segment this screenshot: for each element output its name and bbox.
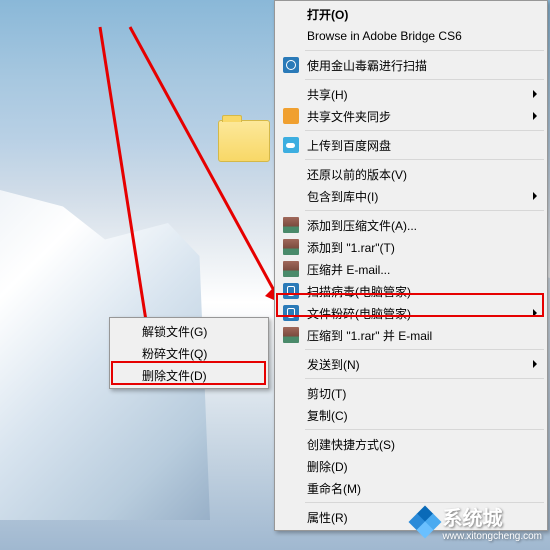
context-menu-right: 打开(O) Browse in Adobe Bridge CS6 使用金山毒霸进行扫…	[274, 0, 548, 531]
menu-item-label: 属性(R)	[307, 509, 348, 526]
cloud-icon	[283, 137, 299, 153]
menu-separator	[305, 130, 544, 131]
menu-item[interactable]: 上传到百度网盘	[277, 134, 545, 156]
folder-icon[interactable]	[218, 120, 270, 162]
watermark-text: 系统城	[443, 502, 543, 531]
menu-separator	[305, 50, 544, 51]
menu-separator	[305, 429, 544, 430]
menu-item-label: 包含到库中(I)	[307, 188, 378, 205]
rar-icon	[283, 327, 299, 343]
menu-item[interactable]: 删除(D)	[277, 455, 545, 477]
menu-item-label: 扫描病毒(电脑管家)	[307, 283, 411, 300]
menu-item-label: 共享(H)	[307, 86, 348, 103]
menu-item[interactable]: 重命名(M)	[277, 477, 545, 499]
rar-icon	[283, 239, 299, 255]
menu-item-label: 复制(C)	[307, 407, 348, 424]
submenu-arrow-icon	[533, 90, 537, 98]
menu-item[interactable]: 压缩并 E-mail...	[277, 258, 545, 280]
menu-item[interactable]: 剪切(T)	[277, 382, 545, 404]
menu-item[interactable]: 发送到(N)	[277, 353, 545, 375]
menu-item-label: 创建快捷方式(S)	[307, 436, 395, 453]
menu-item-label: 压缩到 "1.rar" 并 E-mail	[307, 327, 432, 344]
menu-item-label: Browse in Adobe Bridge CS6	[307, 29, 462, 43]
menu-separator	[305, 349, 544, 350]
desktop-background: 解锁文件(G) 粉碎文件(Q) 删除文件(D) 打开(O) Browse in A…	[0, 0, 550, 550]
menu-item-label: 发送到(N)	[307, 356, 360, 373]
tc-icon	[283, 283, 299, 299]
menu-item-label: 添加到 "1.rar"(T)	[307, 239, 395, 256]
menu-item[interactable]: 共享文件夹同步	[277, 105, 545, 127]
menu-item-label: 删除(D)	[307, 458, 348, 475]
menu-item[interactable]: 压缩到 "1.rar" 并 E-mail	[277, 324, 545, 346]
menu-item-unlock[interactable]: 解锁文件(G)	[112, 320, 266, 342]
menu-item-label: 重命名(M)	[307, 480, 361, 497]
menu-item-label: 共享文件夹同步	[307, 108, 391, 125]
watermark-logo-icon	[411, 508, 439, 536]
menu-item[interactable]: 扫描病毒(电脑管家)	[277, 280, 545, 302]
menu-item[interactable]: 添加到压缩文件(A)...	[277, 214, 545, 236]
menu-item[interactable]: Browse in Adobe Bridge CS6	[277, 25, 545, 47]
menu-item-label: 添加到压缩文件(A)...	[307, 217, 417, 234]
rar-icon	[283, 217, 299, 233]
rar-icon	[283, 261, 299, 277]
menu-item[interactable]: 使用金山毒霸进行扫描	[277, 54, 545, 76]
menu-separator	[305, 210, 544, 211]
menu-item-label: 文件粉碎(电脑管家)	[307, 305, 411, 322]
submenu-arrow-icon	[533, 309, 537, 317]
watermark: 系统城 www.xitongcheng.com	[411, 502, 543, 542]
menu-item-label: 还原以前的版本(V)	[307, 166, 407, 183]
submenu-arrow-icon	[533, 360, 537, 368]
menu-item[interactable]: 创建快捷方式(S)	[277, 433, 545, 455]
menu-item-label: 打开(O)	[307, 6, 348, 23]
menu-separator	[305, 79, 544, 80]
watermark-url: www.xitongcheng.com	[443, 531, 543, 542]
menu-item[interactable]: 还原以前的版本(V)	[277, 163, 545, 185]
menu-item-label: 使用金山毒霸进行扫描	[307, 57, 427, 74]
blue-icon	[283, 57, 299, 73]
tc-icon	[283, 305, 299, 321]
menu-item-delete[interactable]: 删除文件(D)	[112, 364, 266, 386]
menu-separator	[305, 159, 544, 160]
menu-separator	[305, 378, 544, 379]
menu-item-label: 上传到百度网盘	[307, 137, 391, 154]
submenu-arrow-icon	[533, 112, 537, 120]
menu-item[interactable]: 共享(H)	[277, 83, 545, 105]
menu-item[interactable]: 打开(O)	[277, 3, 545, 25]
menu-item-label: 剪切(T)	[307, 385, 346, 402]
menu-item-shred[interactable]: 粉碎文件(Q)	[112, 342, 266, 364]
menu-item[interactable]: 包含到库中(I)	[277, 185, 545, 207]
orange-icon	[283, 108, 299, 124]
menu-item[interactable]: 复制(C)	[277, 404, 545, 426]
submenu-arrow-icon	[533, 192, 537, 200]
menu-item[interactable]: 添加到 "1.rar"(T)	[277, 236, 545, 258]
menu-item[interactable]: 文件粉碎(电脑管家)	[277, 302, 545, 324]
context-menu-left: 解锁文件(G) 粉碎文件(Q) 删除文件(D)	[109, 317, 269, 389]
menu-item-label: 压缩并 E-mail...	[307, 261, 390, 278]
